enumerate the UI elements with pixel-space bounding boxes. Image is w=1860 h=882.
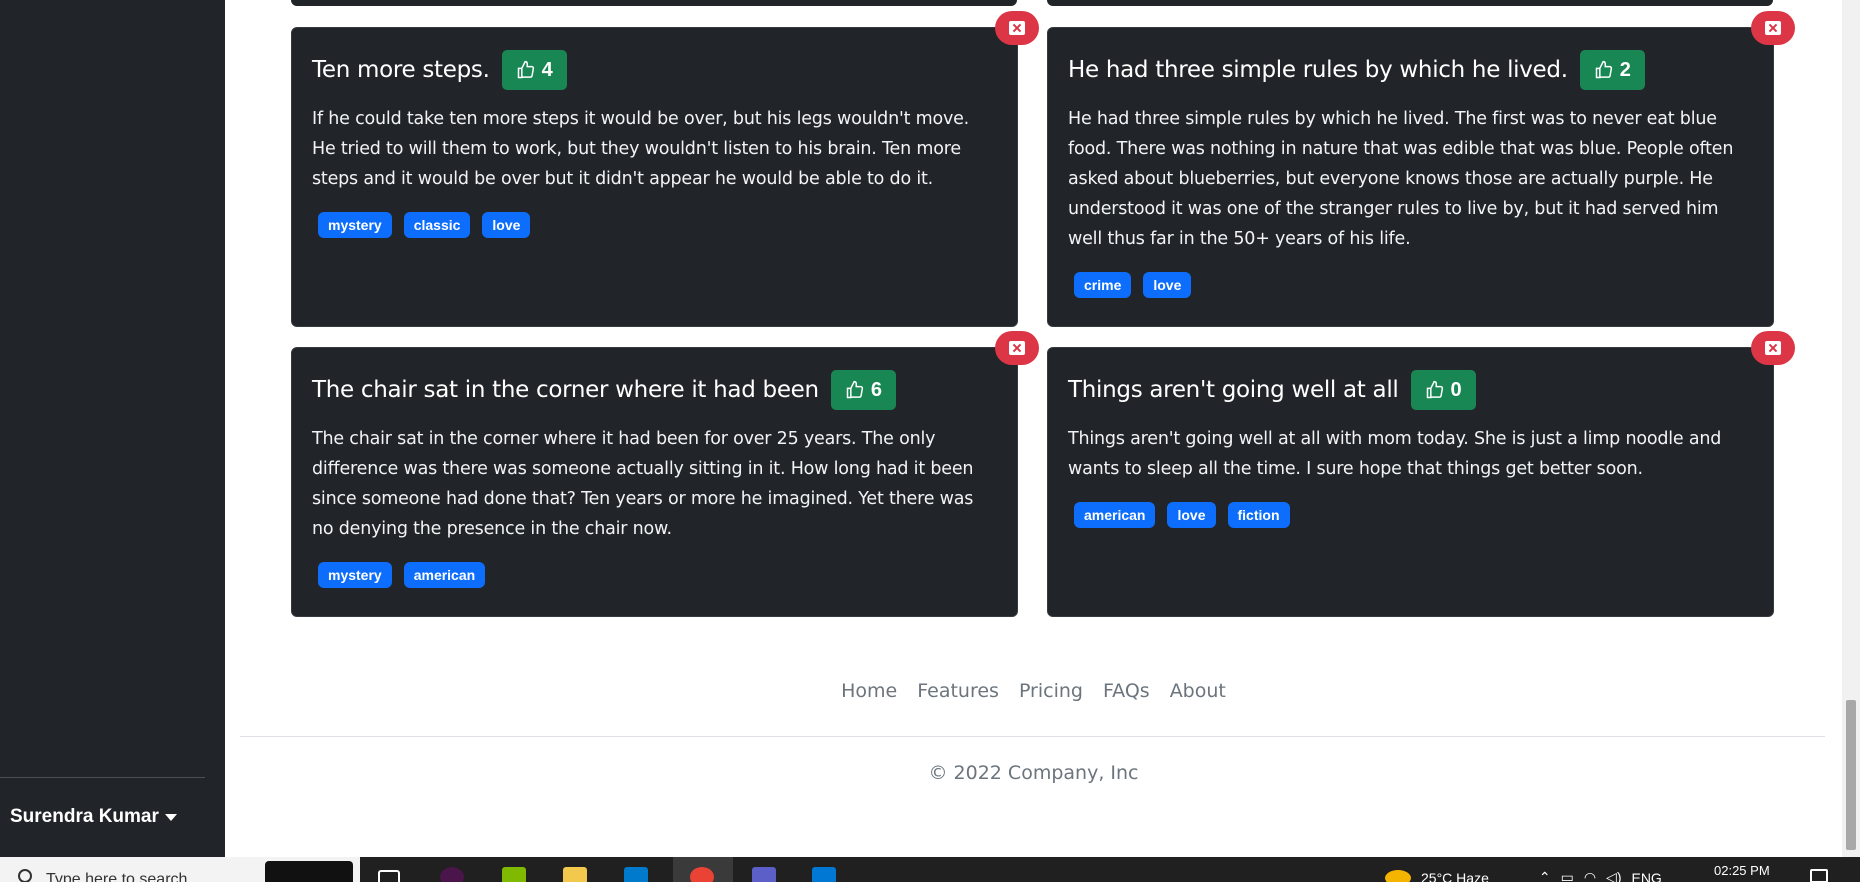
delete-post-button[interactable]	[1751, 331, 1795, 365]
user-name: Surendra Kumar	[10, 806, 159, 827]
copyright-text: © 2022 Company, Inc	[928, 762, 1139, 784]
thumbs-up-icon	[1426, 380, 1443, 399]
close-icon	[1009, 341, 1025, 355]
post-title: The chair sat in the corner where it had…	[312, 377, 819, 403]
notepad-icon[interactable]	[502, 867, 526, 882]
battery-icon[interactable]: ▭	[1561, 869, 1574, 882]
tag-badge[interactable]: american	[403, 562, 486, 588]
sidebar: Surendra Kumar	[0, 0, 225, 857]
tag-badge[interactable]: mystery	[318, 212, 392, 238]
taskbar-search[interactable]: Type here to search	[0, 857, 360, 882]
like-button[interactable]: 2	[1579, 50, 1645, 90]
tag-badge[interactable]: love	[1143, 272, 1192, 298]
tag-list: mystery american	[312, 562, 997, 588]
footer-link-about[interactable]: About	[1170, 680, 1226, 702]
like-count: 4	[541, 58, 553, 81]
post-title: He had three simple rules by which he li…	[1068, 57, 1568, 83]
slack-icon[interactable]	[440, 867, 464, 882]
post-body: The chair sat in the corner where it had…	[312, 429, 974, 539]
task-view-icon[interactable]	[378, 870, 400, 882]
post-title: Ten more steps.	[312, 57, 490, 83]
tag-badge[interactable]: crime	[1074, 272, 1132, 298]
caret-down-icon	[164, 813, 177, 821]
post-card: Things aren't going well at all 0 Things…	[1047, 347, 1774, 617]
teams-icon[interactable]	[752, 867, 776, 882]
post-title: Things aren't going well at all	[1068, 377, 1399, 403]
close-icon	[1765, 341, 1781, 355]
vertical-scrollbar[interactable]	[1842, 0, 1860, 857]
sidebar-divider	[0, 777, 205, 778]
notification-icon[interactable]	[1810, 869, 1828, 882]
like-button[interactable]: 0	[1410, 370, 1476, 410]
post-card: The chair sat in the corner where it had…	[291, 347, 1018, 617]
tag-list: american love fiction	[1068, 502, 1753, 528]
vscode-icon[interactable]	[624, 867, 648, 882]
language-indicator[interactable]: ENG	[1631, 870, 1661, 882]
footer-divider	[240, 736, 1825, 737]
outlook-icon[interactable]	[812, 867, 836, 882]
delete-post-button[interactable]	[995, 331, 1039, 365]
file-explorer-icon[interactable]	[563, 867, 587, 882]
tag-badge[interactable]: fiction	[1227, 502, 1290, 528]
like-count: 0	[1450, 378, 1462, 401]
tag-badge[interactable]: love	[1167, 502, 1216, 528]
delete-post-button[interactable]	[995, 11, 1039, 45]
search-icon	[18, 869, 32, 882]
card-partial	[1047, 0, 1773, 6]
post-body: He had three simple rules by which he li…	[1068, 109, 1734, 249]
tag-badge[interactable]: american	[1074, 502, 1156, 528]
thumbs-up-icon	[517, 60, 534, 79]
footer-link-features[interactable]: Features	[917, 680, 999, 702]
tag-list: mystery classic love	[312, 212, 997, 238]
post-card: He had three simple rules by which he li…	[1047, 27, 1774, 327]
user-menu-dropdown[interactable]: Surendra Kumar	[10, 806, 177, 828]
scrollbar-thumb[interactable]	[1846, 700, 1856, 850]
tag-list: crime love	[1068, 272, 1753, 298]
search-highlight-thumbnail[interactable]	[265, 861, 353, 882]
taskbar-clock[interactable]: 02:25 PM	[1714, 863, 1770, 878]
wifi-icon[interactable]: ◠	[1584, 869, 1596, 882]
footer-link-pricing[interactable]: Pricing	[1019, 680, 1083, 702]
like-count: 6	[870, 378, 882, 401]
weather-text[interactable]: 25°C Haze	[1421, 870, 1489, 882]
weather-icon	[1385, 869, 1411, 882]
card-partial	[291, 0, 1017, 6]
system-tray: 25°C Haze ⌃ ▭ ◠ ◁) ENG	[1385, 869, 1662, 882]
thumbs-up-icon	[846, 380, 863, 399]
like-button[interactable]: 4	[501, 50, 567, 90]
like-button[interactable]: 6	[830, 370, 896, 410]
close-icon	[1765, 21, 1781, 35]
tag-badge[interactable]: love	[482, 212, 531, 238]
footer-nav: Home Features Pricing FAQs About	[225, 680, 1842, 702]
volume-icon[interactable]: ◁)	[1606, 869, 1621, 882]
delete-post-button[interactable]	[1751, 11, 1795, 45]
footer-link-faqs[interactable]: FAQs	[1103, 680, 1150, 702]
main-content: Ten more steps. 4 If he could take ten m…	[225, 0, 1842, 857]
chrome-icon[interactable]	[690, 867, 714, 882]
post-card: Ten more steps. 4 If he could take ten m…	[291, 27, 1018, 327]
footer-link-home[interactable]: Home	[841, 680, 897, 702]
tag-badge[interactable]: mystery	[318, 562, 392, 588]
like-count: 2	[1619, 58, 1631, 81]
post-body: If he could take ten more steps it would…	[312, 109, 970, 189]
app-window: Surendra Kumar Ten more steps. 4 If he c…	[0, 0, 1860, 882]
os-taskbar: Type here to search 25°C Haze ⌃ ▭ ◠ ◁) E…	[0, 857, 1860, 882]
post-body: Things aren't going well at all with mom…	[1068, 429, 1722, 479]
taskbar-search-placeholder: Type here to search	[46, 871, 188, 882]
chevron-up-icon[interactable]: ⌃	[1539, 869, 1551, 882]
tag-badge[interactable]: classic	[403, 212, 471, 238]
close-icon	[1009, 21, 1025, 35]
thumbs-up-icon	[1595, 60, 1612, 79]
